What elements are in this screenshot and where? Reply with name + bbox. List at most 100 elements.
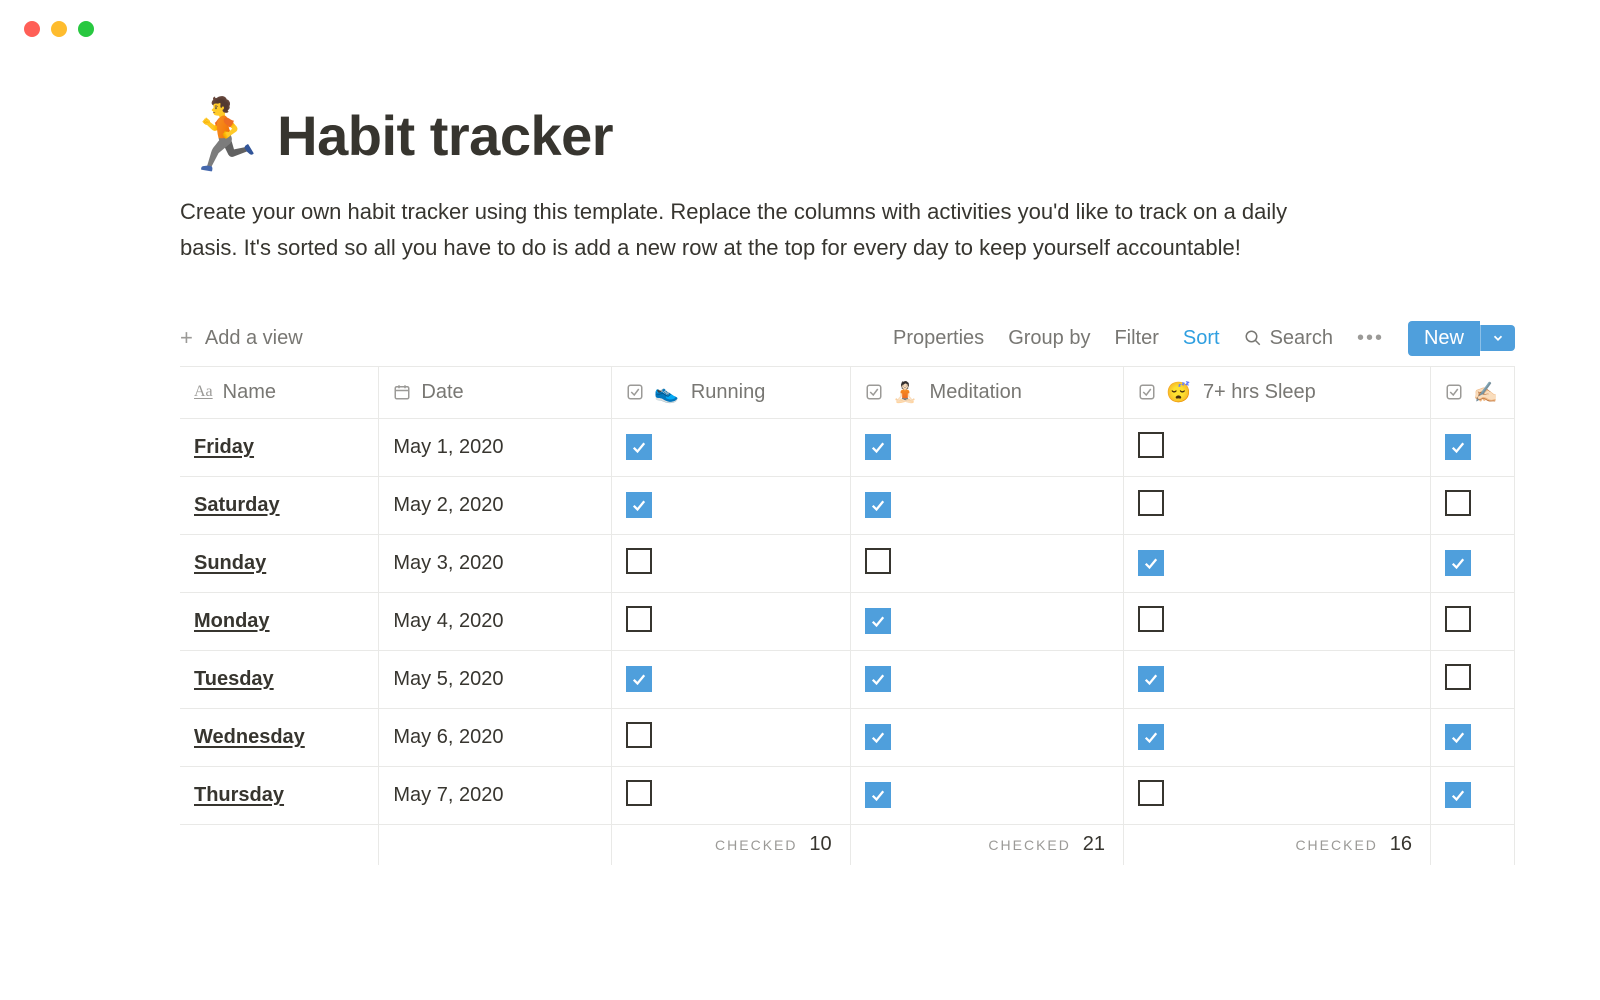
running-emoji-icon: 👟 bbox=[654, 380, 679, 405]
checkbox[interactable] bbox=[1138, 666, 1164, 692]
checkbox[interactable] bbox=[1445, 724, 1471, 750]
add-view-button[interactable]: Add a view bbox=[205, 327, 303, 350]
table-row[interactable]: Friday May 1, 2020 bbox=[180, 419, 1515, 477]
row-name[interactable]: Thursday bbox=[194, 784, 284, 806]
footer-sleep-count: 16 bbox=[1390, 833, 1412, 855]
filter-button[interactable]: Filter bbox=[1114, 327, 1158, 350]
checkbox[interactable] bbox=[1138, 490, 1164, 516]
footer-label: CHECKED bbox=[715, 837, 797, 853]
checkbox[interactable] bbox=[1445, 490, 1471, 516]
col-header-writing[interactable]: ✍🏻 bbox=[1431, 367, 1515, 419]
table-row[interactable]: Monday May 4, 2020 bbox=[180, 593, 1515, 651]
writing-emoji-icon: ✍🏻 bbox=[1473, 380, 1498, 405]
checkbox[interactable] bbox=[1445, 434, 1471, 460]
new-button[interactable]: New bbox=[1408, 321, 1480, 356]
checkbox[interactable] bbox=[1445, 550, 1471, 576]
group-by-button[interactable]: Group by bbox=[1008, 327, 1090, 350]
page-description[interactable]: Create your own habit tracker using this… bbox=[180, 194, 1330, 267]
row-name[interactable]: Saturday bbox=[194, 494, 280, 516]
checkbox[interactable] bbox=[865, 548, 891, 574]
checkbox[interactable] bbox=[1445, 606, 1471, 632]
col-header-name[interactable]: Aa Name bbox=[180, 367, 379, 419]
sleep-emoji-icon: 😴 bbox=[1166, 380, 1191, 405]
col-sleep-label: 7+ hrs Sleep bbox=[1203, 381, 1316, 404]
row-name[interactable]: Friday bbox=[194, 436, 254, 458]
table-row[interactable]: TuesdayMay 5, 2020 bbox=[180, 651, 1515, 709]
checkbox[interactable] bbox=[626, 780, 652, 806]
meditation-emoji-icon: 🧘🏻 bbox=[893, 380, 918, 405]
new-button-group: New bbox=[1408, 321, 1515, 356]
row-name[interactable]: Tuesday bbox=[194, 668, 274, 690]
row-name[interactable]: Monday bbox=[194, 610, 270, 632]
row-date: May 7, 2020 bbox=[393, 784, 503, 806]
footer-running-count: 10 bbox=[809, 833, 831, 855]
table-header-row: Aa Name Date 👟 Running bbox=[180, 367, 1515, 419]
col-header-running[interactable]: 👟 Running bbox=[611, 367, 850, 419]
row-date: May 2, 2020 bbox=[393, 494, 503, 516]
row-name[interactable]: Sunday bbox=[194, 552, 266, 574]
plus-icon: + bbox=[180, 325, 193, 351]
checkbox[interactable] bbox=[1445, 782, 1471, 808]
properties-button[interactable]: Properties bbox=[893, 327, 984, 350]
checkbox[interactable] bbox=[865, 782, 891, 808]
search-icon bbox=[1244, 329, 1262, 347]
checkbox[interactable] bbox=[865, 724, 891, 750]
minimize-window-button[interactable] bbox=[51, 21, 67, 37]
page-content: 🏃 Habit tracker Create your own habit tr… bbox=[180, 100, 1600, 865]
row-date: May 3, 2020 bbox=[393, 552, 503, 574]
checkbox[interactable] bbox=[626, 548, 652, 574]
checkbox[interactable] bbox=[626, 492, 652, 518]
search-label: Search bbox=[1270, 327, 1333, 350]
checkbox[interactable] bbox=[1138, 550, 1164, 576]
footer-running: CHECKED 10 bbox=[611, 825, 850, 865]
new-dropdown[interactable] bbox=[1480, 325, 1515, 351]
checkbox[interactable] bbox=[1138, 780, 1164, 806]
row-name[interactable]: Wednesday bbox=[194, 726, 305, 748]
checkbox-property-icon bbox=[865, 383, 883, 401]
checkbox-property-icon bbox=[1138, 383, 1156, 401]
table-row[interactable]: Saturday May 2, 2020 bbox=[180, 477, 1515, 535]
footer-label: CHECKED bbox=[1295, 837, 1377, 853]
checkbox[interactable] bbox=[626, 606, 652, 632]
checkbox[interactable] bbox=[1138, 606, 1164, 632]
close-window-button[interactable] bbox=[24, 21, 40, 37]
window-controls bbox=[24, 21, 94, 37]
checkbox[interactable] bbox=[1138, 724, 1164, 750]
table-row[interactable]: Sunday May 3, 2020 bbox=[180, 535, 1515, 593]
checkbox[interactable] bbox=[865, 434, 891, 460]
maximize-window-button[interactable] bbox=[78, 21, 94, 37]
sort-button[interactable]: Sort bbox=[1183, 327, 1220, 350]
row-date: May 1, 2020 bbox=[393, 436, 503, 458]
checkbox[interactable] bbox=[865, 666, 891, 692]
checkbox[interactable] bbox=[626, 666, 652, 692]
col-header-meditation[interactable]: 🧘🏻 Meditation bbox=[850, 367, 1123, 419]
checkbox[interactable] bbox=[1445, 664, 1471, 690]
col-header-date[interactable]: Date bbox=[379, 367, 612, 419]
row-date: May 4, 2020 bbox=[393, 610, 503, 632]
footer-sleep: CHECKED 16 bbox=[1124, 825, 1431, 865]
habit-table: Aa Name Date 👟 Running bbox=[180, 367, 1515, 865]
checkbox[interactable] bbox=[865, 492, 891, 518]
checkbox[interactable] bbox=[626, 434, 652, 460]
page-icon[interactable]: 🏃 bbox=[180, 100, 267, 170]
col-name-label: Name bbox=[223, 381, 276, 404]
col-running-label: Running bbox=[691, 381, 766, 404]
table-row[interactable]: Thursday May 7, 2020 bbox=[180, 767, 1515, 825]
checkbox-property-icon bbox=[1445, 383, 1463, 401]
footer-label: CHECKED bbox=[988, 837, 1070, 853]
calendar-icon bbox=[393, 383, 411, 401]
footer-meditation-count: 21 bbox=[1083, 833, 1105, 855]
checkbox[interactable] bbox=[1138, 432, 1164, 458]
col-date-label: Date bbox=[421, 381, 463, 404]
chevron-down-icon bbox=[1491, 331, 1505, 345]
checkbox[interactable] bbox=[865, 608, 891, 634]
col-header-sleep[interactable]: 😴 7+ hrs Sleep bbox=[1124, 367, 1431, 419]
page-title[interactable]: Habit tracker bbox=[277, 103, 613, 168]
more-button[interactable]: ••• bbox=[1357, 327, 1384, 350]
search-button[interactable]: Search bbox=[1244, 327, 1333, 350]
table-row[interactable]: WednesdayMay 6, 2020 bbox=[180, 709, 1515, 767]
page-title-row: 🏃 Habit tracker bbox=[180, 100, 1600, 170]
table-footer-row: CHECKED 10 CHECKED 21 CHECKED 16 bbox=[180, 825, 1515, 865]
checkbox[interactable] bbox=[626, 722, 652, 748]
col-meditation-label: Meditation bbox=[930, 381, 1022, 404]
